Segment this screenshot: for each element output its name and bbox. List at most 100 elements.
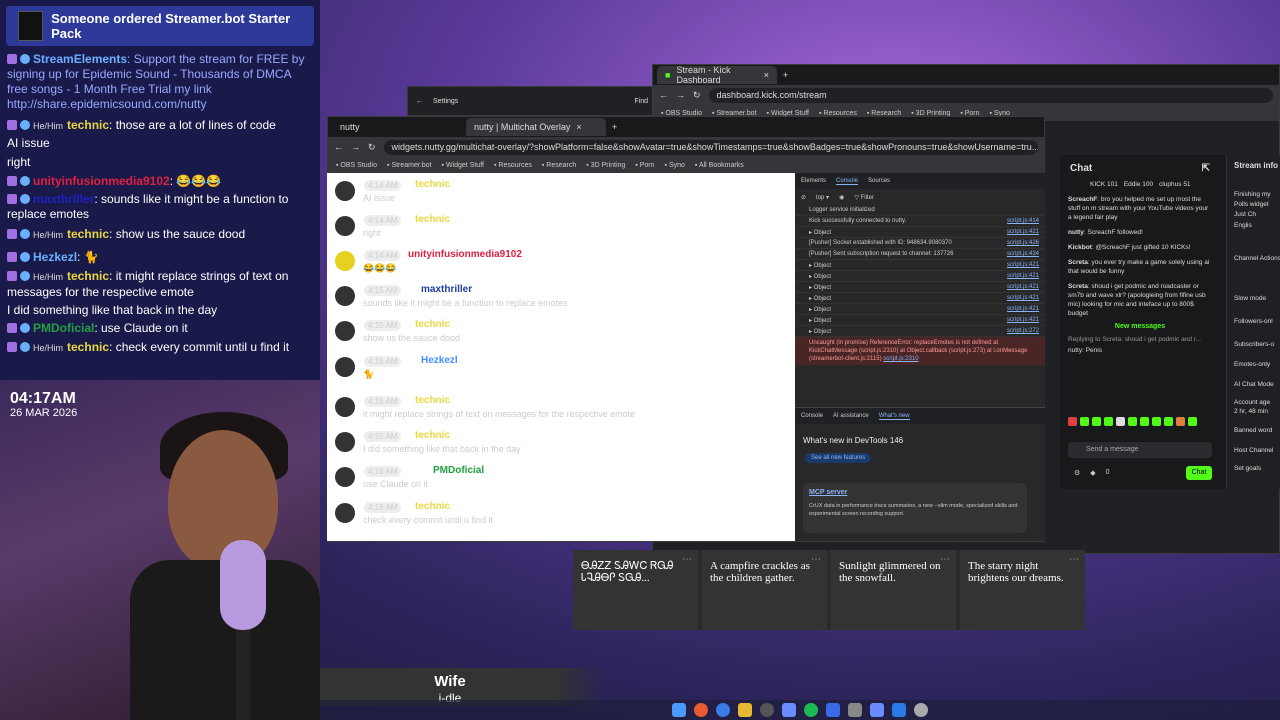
popout-icon[interactable]: ⇱ xyxy=(1202,163,1210,174)
stream-info-item[interactable]: Followers-onl xyxy=(1234,318,1273,325)
drawer-tab[interactable]: Console xyxy=(801,413,823,419)
emote-icon[interactable] xyxy=(1176,417,1185,426)
back-icon[interactable]: ← xyxy=(334,142,343,152)
chrome-icon[interactable] xyxy=(694,703,708,717)
console-source-link[interactable]: script.js:421 xyxy=(1007,273,1039,279)
emote-icon[interactable] xyxy=(1080,417,1089,426)
folder-icon[interactable] xyxy=(738,703,752,717)
settings-gear-icon[interactable]: ⚙ xyxy=(1074,469,1080,477)
stream-info-item[interactable]: Channel Actions xyxy=(1234,255,1280,262)
tab-multichat-overlay[interactable]: nutty | Multichat Overlay × xyxy=(466,118,606,136)
reload-icon[interactable]: ↻ xyxy=(693,90,701,101)
obs-icon[interactable] xyxy=(760,703,774,717)
stream-info-item[interactable]: Set goals xyxy=(1234,465,1261,472)
context-select[interactable]: top ▾ xyxy=(816,194,829,201)
app-icon[interactable] xyxy=(848,703,862,717)
emote-icon[interactable] xyxy=(1104,417,1113,426)
stream-info-item[interactable]: Subscribers-o xyxy=(1234,341,1274,348)
bookmark-item[interactable]: ▪ 3D Printing xyxy=(586,162,625,169)
send-chat-button[interactable]: Chat xyxy=(1186,466,1212,480)
new-tab-icon[interactable]: + xyxy=(612,122,617,132)
close-icon[interactable]: × xyxy=(764,70,769,80)
settings-icon[interactable] xyxy=(914,703,928,717)
stream-info-item[interactable]: Slow mode xyxy=(1234,295,1266,302)
bookmark-item[interactable]: ▪ Research xyxy=(542,162,576,169)
emote-icon[interactable] xyxy=(1188,417,1197,426)
mcp-card[interactable]: MCP server CrUX data in performance trac… xyxy=(803,483,1027,533)
emote-icon[interactable] xyxy=(1128,417,1137,426)
bookmark-item[interactable]: ▪ All Bookmarks xyxy=(695,162,744,169)
devtools-tab[interactable]: Console xyxy=(836,178,859,185)
drawer-tab[interactable]: What's new xyxy=(878,413,910,420)
more-options-icon[interactable]: ⋯ xyxy=(940,554,950,566)
bookmark-item[interactable]: ▪ Syno xyxy=(665,162,685,169)
app-icon[interactable] xyxy=(782,703,796,717)
caption-card[interactable]: The starry night brightens our dreams. ⋯ xyxy=(960,550,1085,630)
eye-icon[interactable]: ◉ xyxy=(839,194,844,201)
more-options-icon[interactable]: ⋯ xyxy=(682,554,692,566)
caption-card[interactable]: A campfire crackles as the children gath… xyxy=(702,550,827,630)
stream-info-item[interactable]: Emotes-only xyxy=(1234,361,1270,368)
emote-icon[interactable] xyxy=(1092,417,1101,426)
error-source-link[interactable]: script.js:2310 xyxy=(883,356,918,362)
reload-icon[interactable]: ↻ xyxy=(368,142,376,153)
more-options-icon[interactable]: ⋯ xyxy=(811,554,821,566)
emote-icon[interactable] xyxy=(1116,417,1125,426)
devtools-tab[interactable]: Sources xyxy=(868,178,890,184)
see-features-button[interactable]: See all new features xyxy=(805,453,872,463)
bookmark-item[interactable]: ▪ Porn xyxy=(635,162,654,169)
caption-card[interactable]: ᎾᎯᏃᏃ ᏚᎯᎳᏟ ᏒᏀᎯ ᏓᎸᎯᎾᎵ ᏚᏀᎯ... ⋯ xyxy=(573,550,698,630)
more-options-icon[interactable]: ⋯ xyxy=(1069,554,1079,566)
console-source-link[interactable]: script.js:426 xyxy=(1007,240,1039,246)
stream-info-item[interactable]: Englis xyxy=(1234,222,1252,229)
stream-info-item[interactable]: Account age xyxy=(1234,399,1270,406)
settings-window[interactable]: ← Settings Find xyxy=(407,86,657,116)
console-source-link[interactable]: script.js:414 xyxy=(1007,218,1039,224)
back-icon[interactable]: ← xyxy=(659,90,668,100)
emote-icon[interactable] xyxy=(1140,417,1149,426)
bookmark-item[interactable]: ▪ OBS Studio xyxy=(336,162,377,169)
console-source-link[interactable]: script.js:421 xyxy=(1007,295,1039,301)
stream-info-item[interactable]: 2 hr, 48 min xyxy=(1234,408,1268,415)
console-source-link[interactable]: script.js:421 xyxy=(1007,306,1039,312)
new-messages-divider[interactable]: New messages xyxy=(1060,323,1220,330)
kick-url-input[interactable]: dashboard.kick.com/stream xyxy=(708,87,1273,103)
spotify-icon[interactable] xyxy=(804,703,818,717)
emote-bar[interactable] xyxy=(1068,417,1218,431)
bookmark-item[interactable]: ▪ Resources xyxy=(494,162,532,169)
console-source-link[interactable]: script.js:421 xyxy=(1007,317,1039,323)
tab-nutty[interactable]: nutty xyxy=(332,118,462,136)
caption-card[interactable]: Sunlight glimmered on the snowfall. ⋯ xyxy=(831,550,956,630)
stream-info-item[interactable]: Host Channel xyxy=(1234,447,1273,454)
forward-icon[interactable]: → xyxy=(676,90,685,100)
emote-icon[interactable] xyxy=(1152,417,1161,426)
stream-info-item[interactable]: Just Ch xyxy=(1234,211,1256,218)
chrome-icon[interactable] xyxy=(716,703,730,717)
stream-info-item[interactable]: Polls widget xyxy=(1234,201,1269,208)
close-icon[interactable]: × xyxy=(576,122,581,132)
console-source-link[interactable]: script.js:421 xyxy=(1007,229,1039,235)
bookmark-item[interactable]: ▪ Streamer.bot xyxy=(387,162,432,169)
devtools-tab[interactable]: Elements xyxy=(801,178,826,184)
stream-info-item[interactable]: Finishing my xyxy=(1234,191,1270,198)
app-icon[interactable] xyxy=(870,703,884,717)
app-icon[interactable] xyxy=(826,703,840,717)
emote-icon[interactable] xyxy=(1164,417,1173,426)
vscode-icon[interactable] xyxy=(892,703,906,717)
stream-info-item[interactable]: Banned word xyxy=(1234,427,1272,434)
console-source-link[interactable]: script.js:272 xyxy=(1007,328,1039,334)
find-label[interactable]: Find xyxy=(634,98,648,105)
filter-input[interactable]: ▽ Filter xyxy=(854,194,874,201)
new-tab-icon[interactable]: + xyxy=(783,70,788,80)
emote-icon[interactable] xyxy=(1068,417,1077,426)
mcp-title[interactable]: MCP server xyxy=(809,489,847,496)
filter-icon[interactable]: ⊘ xyxy=(801,194,806,201)
tab-kick-dashboard[interactable]: ■ Stream - Kick Dashboard × xyxy=(657,65,777,85)
start-icon[interactable] xyxy=(672,703,686,717)
multichat-url-input[interactable]: widgets.nutty.gg/multichat-overlay/?show… xyxy=(383,139,1038,155)
drawer-tab[interactable]: AI assistance xyxy=(833,413,869,419)
bookmark-item[interactable]: ▪ Widget Stuff xyxy=(442,162,484,169)
stream-info-item[interactable]: AI Chat Mode xyxy=(1234,381,1274,388)
console-source-link[interactable]: script.js:421 xyxy=(1007,284,1039,290)
chat-message-input[interactable]: Send a message xyxy=(1068,442,1212,458)
